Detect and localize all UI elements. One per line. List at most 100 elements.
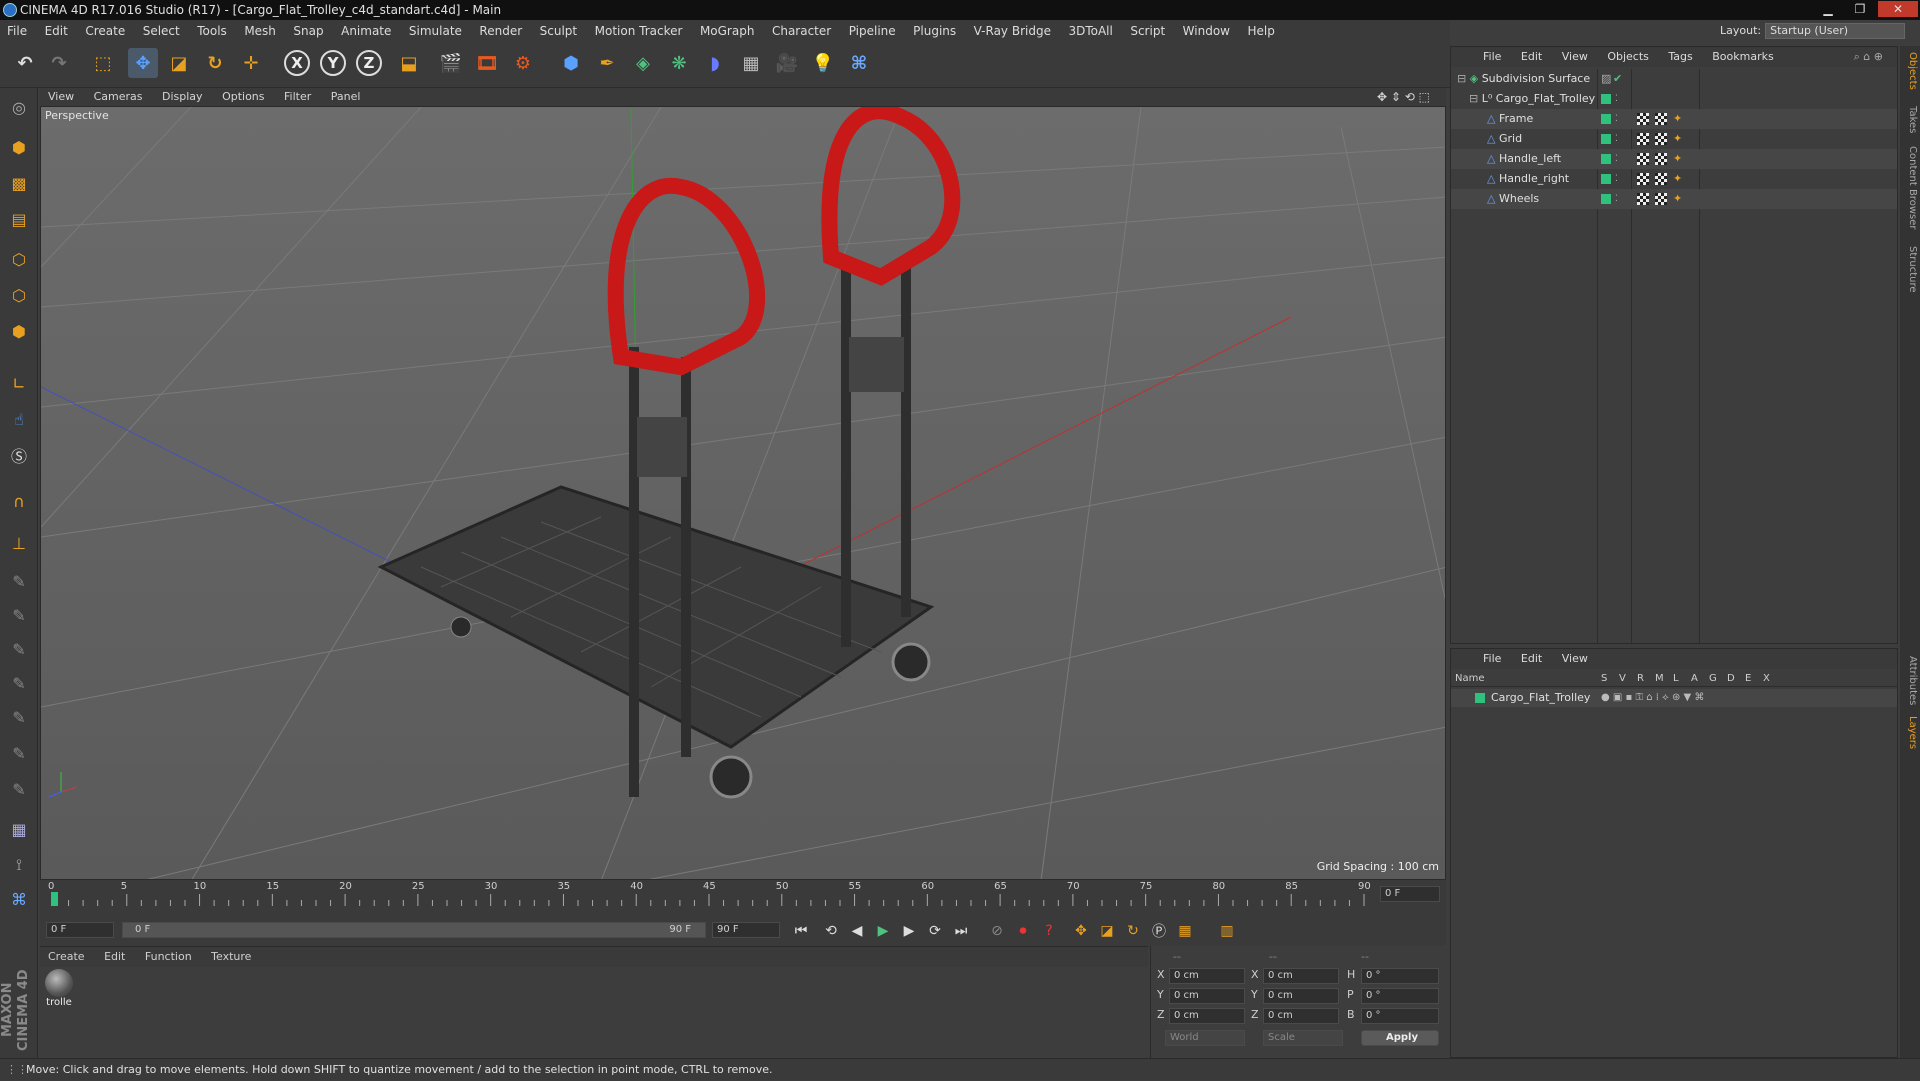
material-swatch[interactable]: trolle <box>44 969 74 1015</box>
object-manager-tools-icon[interactable]: ⌕ ⌂ ⊕ <box>1846 47 1891 67</box>
viewport-menu-cameras[interactable]: Cameras <box>86 88 151 106</box>
polygons-mode-icon[interactable]: ⬢ <box>4 316 34 346</box>
sculpt-brush-icon[interactable]: ✎ <box>4 668 34 698</box>
menu-pipeline[interactable]: Pipeline <box>842 20 903 42</box>
visibility-dots-icon[interactable]: ⁚ <box>1615 109 1618 129</box>
uvw-tag-icon[interactable] <box>1655 173 1667 185</box>
menu-file[interactable]: File <box>0 20 34 42</box>
menu-select[interactable]: Select <box>136 20 187 42</box>
python-icon[interactable]: ⌘ <box>844 48 874 78</box>
layer-col-expressions[interactable]: E <box>1745 671 1751 687</box>
mograph-cloner-icon[interactable]: ❋ <box>664 48 694 78</box>
play-icon[interactable]: ▶ <box>872 920 894 942</box>
phong-tag-icon[interactable]: ✦ <box>1673 152 1682 165</box>
record-keys-icon[interactable]: ⊘ <box>986 920 1008 942</box>
objects-menu-bookmarks[interactable]: Bookmarks <box>1704 47 1781 67</box>
material-tag-icon[interactable] <box>1637 193 1649 205</box>
menu-tools[interactable]: Tools <box>190 20 234 42</box>
rotate-tool-icon[interactable]: ↻ <box>200 48 230 78</box>
layer-col-manager[interactable]: M <box>1655 671 1664 687</box>
layer-col-locked[interactable]: L <box>1673 671 1679 687</box>
menu-snap[interactable]: Snap <box>286 20 330 42</box>
python-console-icon[interactable]: ⌘ <box>4 884 34 914</box>
menu-motion-tracker[interactable]: Motion Tracker <box>588 20 690 42</box>
objects-menu-file[interactable]: File <box>1475 47 1509 67</box>
layer-color-swatch[interactable] <box>1475 693 1485 703</box>
tab-objects[interactable]: Objects <box>1902 52 1918 90</box>
tab-layers[interactable]: Layers <box>1902 716 1918 749</box>
material-tag-icon[interactable] <box>1637 113 1649 125</box>
uvw-tag-icon[interactable] <box>1655 153 1667 165</box>
visibility-dots-icon[interactable]: ⁚ <box>1615 89 1618 109</box>
points-mode-icon[interactable]: ⬡ <box>4 244 34 274</box>
layer-col-deformers[interactable]: D <box>1727 671 1735 687</box>
apply-button[interactable]: Apply <box>1361 1030 1439 1046</box>
rotation-h-field[interactable]: 0 ° <box>1361 968 1439 984</box>
layout-dropdown[interactable]: Startup (User) <box>1765 23 1906 39</box>
rotation-b-field[interactable]: 0 ° <box>1361 1008 1439 1024</box>
viewport-menu-options[interactable]: Options <box>214 88 272 106</box>
key-parameter-icon[interactable]: Ⓟ <box>1148 920 1170 942</box>
key-position-icon[interactable]: ✥ <box>1070 920 1092 942</box>
cube-primitive-icon[interactable]: ⬢ <box>556 48 586 78</box>
visibility-dots-icon[interactable]: ⁚ <box>1615 169 1618 189</box>
key-pla-icon[interactable]: ▦ <box>1174 920 1196 942</box>
light-icon[interactable]: 💡 <box>808 48 838 78</box>
minimize-button[interactable]: ▁ <box>1814 1 1842 17</box>
timeline-ruler[interactable]: 0 5 10 15 20 25 30 35 40 45 50 55 60 65 70 75 80 85 90 0 F <box>40 880 1446 914</box>
tag-icons[interactable]: ✦ <box>1637 169 1682 189</box>
menu-script[interactable]: Script <box>1123 20 1172 42</box>
start-frame-field[interactable]: 0 F <box>46 922 114 938</box>
menu-3dtoall[interactable]: 3DToAll <box>1061 20 1119 42</box>
trolley-model[interactable] <box>377 107 961 799</box>
tag-icons[interactable]: ✦ <box>1637 109 1682 129</box>
texture-mode-icon[interactable]: ▩ <box>4 168 34 198</box>
menu-sculpt[interactable]: Sculpt <box>533 20 584 42</box>
previous-key-icon[interactable]: ⟲ <box>820 920 842 942</box>
snapping-icon[interactable]: Ⓢ <box>4 440 34 470</box>
layer-col-xref[interactable]: X <box>1763 671 1770 687</box>
floor-object-icon[interactable]: ▦ <box>736 48 766 78</box>
menu-animate[interactable]: Animate <box>334 20 398 42</box>
viewport-menu-panel[interactable]: Panel <box>323 88 369 106</box>
layers-menu-view[interactable]: View <box>1554 649 1596 669</box>
transform-tool-icon[interactable]: ✛ <box>236 48 266 78</box>
uvw-tag-icon[interactable] <box>1655 113 1667 125</box>
smooth-brush-icon[interactable]: ✎ <box>4 702 34 732</box>
coordinate-system-icon[interactable]: ⬓ <box>394 48 424 78</box>
collapse-icon[interactable]: ⊟ <box>1469 92 1478 105</box>
z-axis-lock-button[interactable]: Z <box>356 50 382 76</box>
menu-character[interactable]: Character <box>765 20 838 42</box>
go-to-start-icon[interactable]: ⏮ <box>790 920 812 942</box>
material-menu-create[interactable]: Create <box>40 947 93 967</box>
layer-col-solo[interactable]: S <box>1601 671 1607 687</box>
tab-takes[interactable]: Takes <box>1902 106 1918 133</box>
y-axis-lock-button[interactable]: Y <box>320 50 346 76</box>
viewport-navigation-icons[interactable]: ✥ ⇕ ⟲ ⬚ <box>1369 88 1438 106</box>
grid-lock-icon[interactable]: ▦ <box>4 814 34 844</box>
edges-mode-icon[interactable]: ⬡ <box>4 280 34 310</box>
frame-range-slider[interactable]: 0 F 90 F <box>122 922 706 938</box>
x-axis-lock-button[interactable]: X <box>284 50 310 76</box>
uvw-tag-icon[interactable] <box>1655 193 1667 205</box>
viewport-menu-display[interactable]: Display <box>154 88 211 106</box>
phong-tag-icon[interactable]: ✦ <box>1673 172 1682 185</box>
visibility-dots-icon[interactable]: ⁚ <box>1615 189 1618 209</box>
phong-tag-icon[interactable]: ✦ <box>1673 132 1682 145</box>
magnet-icon[interactable]: ∩ <box>4 486 34 516</box>
rotation-p-field[interactable]: 0 ° <box>1361 988 1439 1004</box>
tweak-mode-icon[interactable]: ☝ <box>4 404 34 434</box>
object-row-subdivision-surface[interactable]: ⊟ ◈ Subdivision Surface ▨ ✔ <box>1451 69 1897 89</box>
paint-tool-icon[interactable]: ✎ <box>4 600 34 630</box>
material-tag-icon[interactable] <box>1637 133 1649 145</box>
position-x-field[interactable]: 0 cm <box>1169 968 1245 984</box>
timeline-window-icon[interactable]: ▥ <box>1216 920 1238 942</box>
material-menu-edit[interactable]: Edit <box>96 947 133 967</box>
size-x-field[interactable]: 0 cm <box>1263 968 1339 984</box>
tag-icons[interactable]: ✦ <box>1637 149 1682 169</box>
previous-frame-icon[interactable]: ◀ <box>846 920 868 942</box>
layer-col-view[interactable]: V <box>1619 671 1626 687</box>
layers-menu-file[interactable]: File <box>1475 649 1509 669</box>
perspective-viewport[interactable]: Perspective Grid Spacing : 100 cm <box>40 106 1446 880</box>
keyframe-selection-icon[interactable]: ? <box>1038 920 1060 942</box>
